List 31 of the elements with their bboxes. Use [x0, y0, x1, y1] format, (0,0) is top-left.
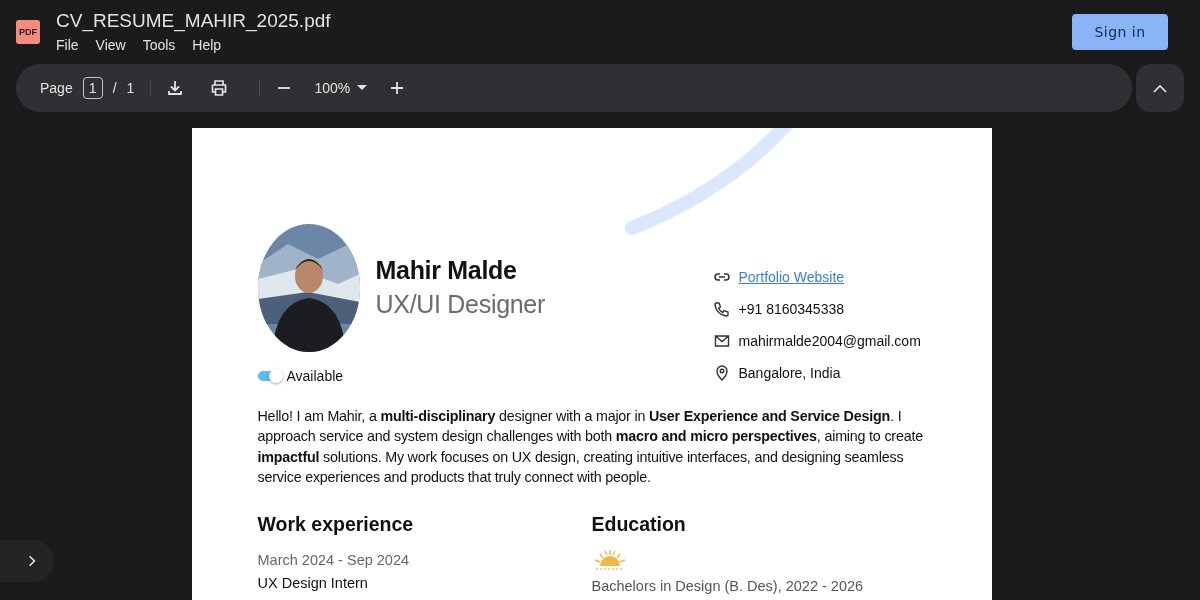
page-number-field[interactable]: 1: [82, 77, 103, 99]
sign-in-button[interactable]: Sign in: [1072, 14, 1168, 50]
availability-label: Available: [286, 368, 344, 384]
page-label: Page: [40, 80, 73, 96]
person-name: Mahir Malde: [375, 255, 518, 285]
date-range: March 2024 - Sep 2024: [257, 550, 411, 570]
contact-text: Bangalore, India: [738, 364, 841, 381]
sidebar-toggle-button[interactable]: [0, 540, 54, 582]
menu-item[interactable]: Tools: [142, 36, 176, 54]
contact-text: mahirmalde2004@gmail.com: [738, 332, 921, 349]
menu-item[interactable]: File: [56, 36, 79, 54]
pdf-file-icon: PDF: [16, 20, 40, 44]
job-title: UX/UI Designer: [375, 289, 545, 320]
phone-icon: [712, 299, 731, 318]
page-count: 1: [126, 80, 135, 96]
caret-icon: [357, 85, 368, 91]
availability-toggle[interactable]: [257, 371, 282, 381]
summary-paragraph: Hello! I am Mahir, a multi-disciplinary designer with a major in User Experience and Service Design. I approach service and system design challenges with both macro and micro perspectives, aiming to create impactful solutions. My work focuses on UX design, creating intuitive interfaces, and designing seamless service experiences and products that truly connect with people.: [257, 407, 924, 488]
document-title: CV_RESUME_MAHIR_2025.pdf: [56, 9, 332, 33]
contact-text: +91 8160345338: [738, 300, 844, 317]
position-title: UX Design Intern: [257, 573, 369, 593]
menu-item[interactable]: View: [95, 36, 126, 54]
section-heading: Education: [591, 511, 687, 536]
zoom-dropdown[interactable]: 100%: [314, 80, 368, 96]
degree-text: Bachelors in Design (B. Des), 2022 - 2026: [591, 577, 865, 594]
page-separator: /: [112, 80, 117, 96]
chevron-right-icon: [28, 555, 36, 567]
section-heading: Work experience: [257, 511, 415, 536]
chevron-up-icon: [1153, 83, 1167, 93]
portfolio-link[interactable]: Portfolio Website: [738, 268, 845, 285]
menu-item[interactable]: Help: [192, 36, 222, 54]
